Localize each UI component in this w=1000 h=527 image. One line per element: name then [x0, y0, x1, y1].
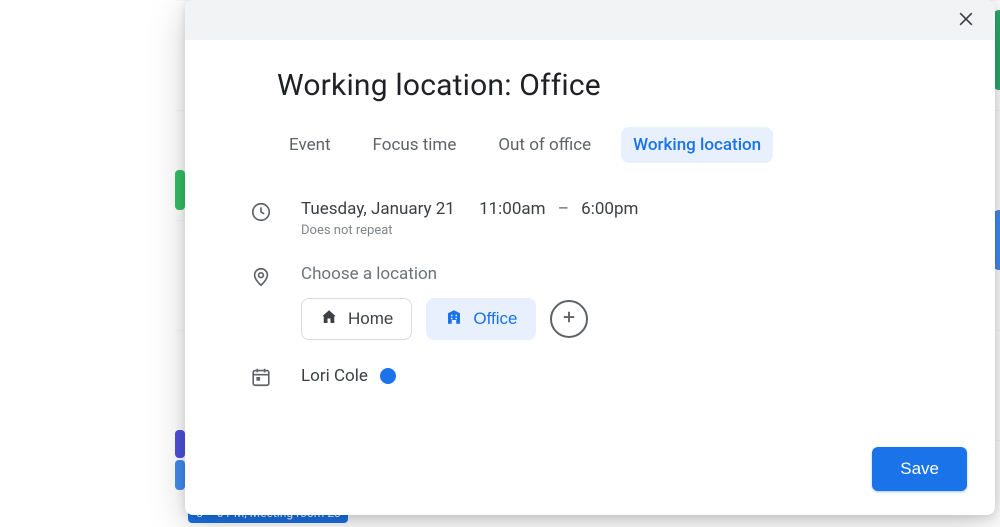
clock-icon: [249, 201, 273, 223]
calendar-color-dot: [380, 368, 396, 384]
location-option-office[interactable]: Office: [426, 298, 536, 340]
calendar-owner[interactable]: Lori Cole: [301, 366, 955, 386]
calendar-icon: [249, 366, 273, 388]
datetime-display[interactable]: Tuesday, January 21 11:00am – 6:00pm: [301, 199, 955, 219]
calendar-owner-name: Lori Cole: [301, 366, 368, 386]
save-button[interactable]: Save: [872, 447, 967, 491]
choose-location-label: Choose a location: [301, 264, 955, 284]
calendar-event-stripe: [175, 430, 185, 458]
location-option-label: Office: [473, 309, 517, 329]
office-icon: [445, 308, 463, 331]
tab-out-of-office[interactable]: Out of office: [486, 127, 603, 163]
calendar-row: Lori Cole: [249, 366, 955, 388]
home-icon: [320, 308, 338, 331]
tab-focus-time[interactable]: Focus time: [361, 127, 469, 163]
dialog-header: [185, 0, 995, 40]
location-option-label: Home: [348, 309, 393, 329]
location-row: Choose a location Home Office: [249, 264, 955, 340]
calendar-event-stripe: [175, 460, 185, 490]
plus-icon: [560, 308, 578, 330]
dialog-body: Working location: Office Event Focus tim…: [185, 40, 995, 447]
event-editor-dialog: Working location: Office Event Focus tim…: [185, 0, 995, 515]
location-option-home[interactable]: Home: [301, 298, 412, 340]
start-time-text: 11:00am: [479, 199, 546, 219]
location-options: Home Office: [301, 298, 955, 340]
location-pin-icon: [249, 266, 273, 288]
time-range-dash: –: [558, 199, 569, 219]
tab-working-location[interactable]: Working location: [621, 127, 773, 163]
close-icon: [956, 9, 976, 32]
tab-event[interactable]: Event: [277, 127, 343, 163]
event-type-tabs: Event Focus time Out of office Working l…: [277, 127, 955, 163]
recurrence-text[interactable]: Does not repeat: [301, 223, 955, 238]
end-time-text: 6:00pm: [581, 199, 638, 219]
date-text: Tuesday, January 21: [301, 199, 455, 219]
time-row: Tuesday, January 21 11:00am – 6:00pm Doe…: [249, 199, 955, 238]
add-location-button[interactable]: [550, 300, 588, 338]
calendar-event-stripe: [175, 170, 185, 210]
close-button[interactable]: [949, 3, 983, 37]
dialog-footer: Save: [185, 447, 995, 515]
dialog-title: Working location: Office: [277, 68, 955, 103]
